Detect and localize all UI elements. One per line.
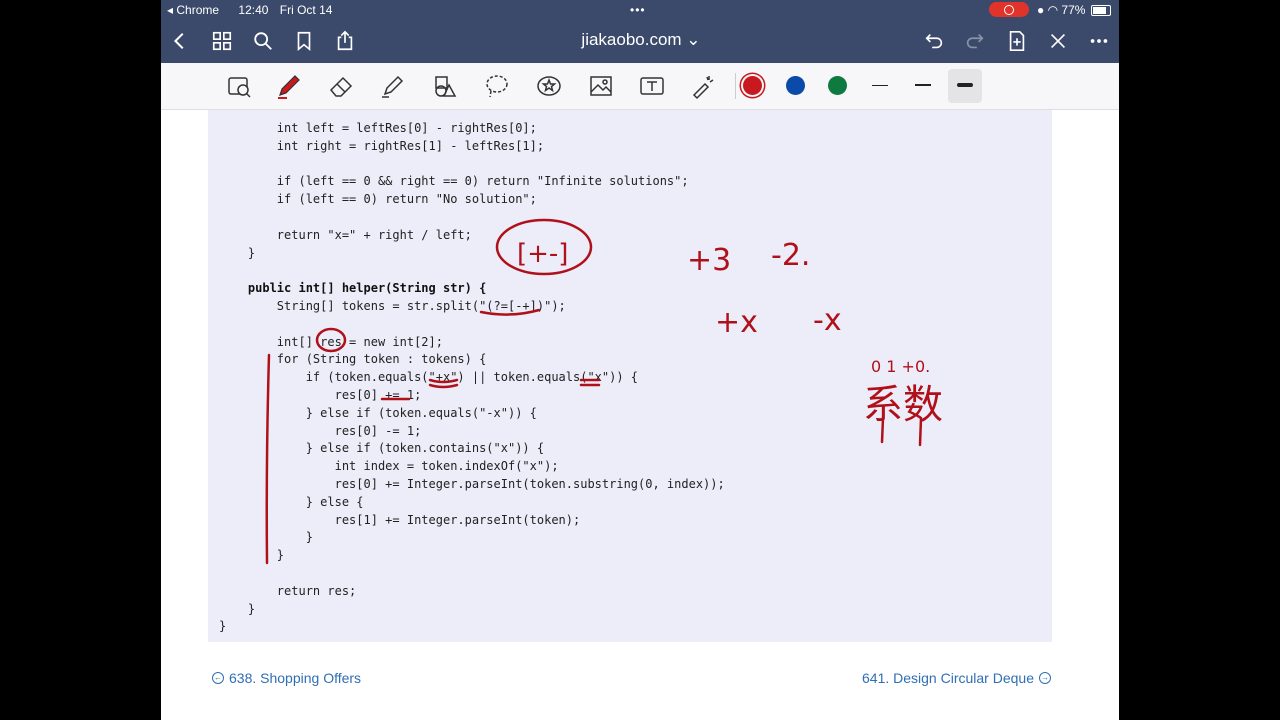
redo-icon[interactable]	[962, 28, 988, 54]
close-annotation-icon[interactable]	[1045, 28, 1071, 54]
lasso-zoom-icon[interactable]	[222, 69, 256, 103]
highlighter-icon[interactable]	[376, 69, 410, 103]
eraser-icon[interactable]	[324, 69, 358, 103]
code-line: } else if (token.equals("-x")) {	[219, 405, 537, 420]
code-line: for (String token : tokens) {	[219, 352, 487, 367]
screen-record-icon[interactable]	[989, 2, 1029, 17]
code-line: }	[219, 619, 227, 634]
annotation-toolbar	[161, 63, 1119, 110]
code-line: if (left == 0) return "No solution";	[219, 192, 537, 207]
code-line: } else if (token.contains("x")) {	[219, 441, 545, 456]
medium-stroke-option[interactable]	[915, 84, 931, 86]
nav-bar: jiakaobo.com ⌄	[161, 20, 1119, 63]
code-line: if (token.equals("+x") || token.equals("…	[219, 370, 639, 385]
next-link[interactable]: 641. Design Circular Deque →	[862, 670, 1051, 686]
sticker-icon[interactable]	[532, 69, 566, 103]
bookmark-icon[interactable]	[291, 28, 317, 54]
code-line: }	[219, 245, 256, 260]
code-line: res[0] += 1;	[219, 387, 422, 402]
code-text: int left = leftRes[0] - rightRes[0]; int…	[219, 120, 725, 636]
laser-icon[interactable]	[686, 69, 720, 103]
code-line: int right = rightRes[1] - leftRes[1];	[219, 138, 545, 153]
code-line: }	[219, 601, 256, 616]
thin-stroke-option[interactable]	[872, 85, 888, 86]
add-page-icon[interactable]	[1004, 28, 1030, 54]
code-line: int index = token.indexOf("x");	[219, 459, 559, 474]
more-icon[interactable]	[1086, 28, 1112, 54]
multitask-dots-icon[interactable]: •••	[630, 3, 646, 17]
arrow-left-icon: ←	[212, 672, 224, 684]
code-block: int left = leftRes[0] - rightRes[0]; int…	[208, 110, 1052, 642]
battery-icon	[1091, 5, 1111, 16]
wifi-icon: ● ◠	[1037, 3, 1062, 17]
code-line: String[] tokens = str.split("(?=[-+])");	[219, 298, 566, 313]
code-line: res[0] -= 1;	[219, 423, 422, 438]
code-line: return res;	[219, 583, 357, 598]
date: Fri Oct 14	[279, 3, 333, 17]
arrow-right-icon: →	[1038, 672, 1051, 684]
back-to-app[interactable]: ◂ Chrome	[167, 3, 227, 17]
prev-link[interactable]: ← 638. Shopping Offers	[212, 670, 361, 686]
color-red-selected[interactable]	[743, 76, 762, 95]
color-blue[interactable]	[786, 76, 805, 95]
shapes-icon[interactable]	[428, 69, 462, 103]
search-icon[interactable]	[250, 28, 276, 54]
url-title[interactable]: jiakaobo.com ⌄	[541, 30, 741, 50]
code-line: }	[219, 530, 313, 545]
pen-icon[interactable]	[272, 69, 306, 103]
code-line: public int[] helper(String str) {	[219, 281, 487, 296]
tabs-grid-icon[interactable]	[209, 28, 235, 54]
code-line: res[0] += Integer.parseInt(token.substri…	[219, 476, 725, 491]
code-line: if (left == 0 && right == 0) return "Inf…	[219, 174, 689, 189]
code-line: res[1] += Integer.parseInt(token);	[219, 512, 581, 527]
code-line: return "x=" + right / left;	[219, 227, 472, 242]
battery-level: 77%	[1061, 3, 1086, 17]
text-icon[interactable]	[635, 69, 669, 103]
clock: 12:40	[238, 3, 269, 17]
image-icon[interactable]	[584, 69, 618, 103]
ipad-screen: ◂ Chrome 12:40 Fri Oct 14 ••• ● ◠ 77% ji…	[161, 0, 1119, 720]
status-bar: ◂ Chrome 12:40 Fri Oct 14 ••• ● ◠ 77%	[161, 0, 1119, 20]
color-green[interactable]	[828, 76, 847, 95]
back-icon[interactable]	[167, 28, 193, 54]
lasso-icon[interactable]	[480, 69, 514, 103]
undo-icon[interactable]	[921, 28, 947, 54]
code-line: int left = leftRes[0] - rightRes[0];	[219, 121, 537, 135]
code-line: }	[219, 548, 285, 563]
code-line: int[] res = new int[2];	[219, 334, 443, 349]
share-icon[interactable]	[332, 28, 358, 54]
code-line: } else {	[219, 494, 364, 509]
